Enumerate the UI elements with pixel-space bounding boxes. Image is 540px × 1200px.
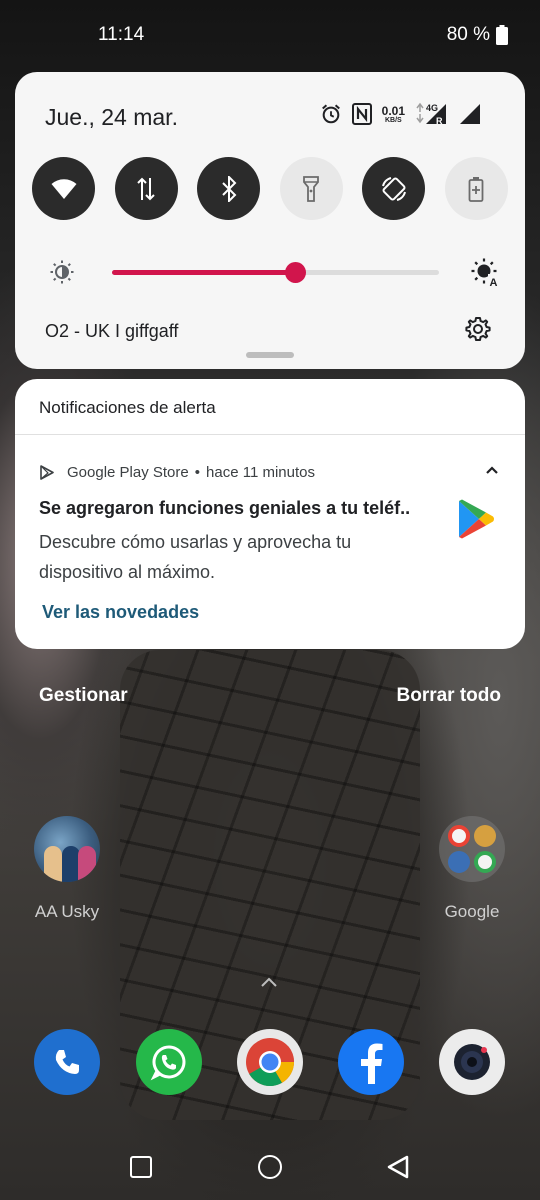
mobile-data-icon (137, 177, 155, 200)
notification-card[interactable]: Notificaciones de alerta Google Play Sto… (15, 379, 525, 649)
dock-chrome[interactable] (237, 1029, 303, 1095)
play-store-small-icon (40, 465, 54, 480)
dock-phone[interactable] (34, 1029, 100, 1095)
camera-icon (454, 1044, 490, 1080)
battery-icon (496, 25, 508, 45)
flashlight-icon (303, 175, 320, 202)
alarm-icon (321, 104, 340, 124)
recents-button[interactable] (130, 1156, 152, 1178)
brightness-slider-thumb[interactable] (285, 262, 307, 283)
whatsapp-icon (150, 1045, 186, 1081)
quick-settings-panel: Jue., 24 mar. 0.01 KB/S 4G R A O2 - UK I… (15, 72, 525, 369)
roaming-label: R (436, 116, 443, 126)
home-app-aa-usky[interactable]: AA Usky (34, 816, 100, 922)
tile-wifi[interactable] (32, 157, 95, 220)
notification-app-row: Google Play Store • hace 11 minutos (40, 464, 315, 481)
battery-saver-icon (469, 176, 484, 202)
svg-text:A: A (490, 277, 498, 287)
network-type-label: 4G (426, 103, 438, 113)
notification-action-button[interactable]: Ver las novedades (42, 602, 199, 623)
qs-drag-handle[interactable] (246, 352, 294, 358)
settings-gear-icon[interactable] (465, 316, 491, 342)
clear-all-button[interactable]: Borrar todo (397, 685, 502, 707)
dock-camera[interactable] (439, 1029, 505, 1095)
notification-app-name: Google Play Store (67, 464, 189, 481)
brightness-row: A (45, 257, 500, 287)
tile-mobile-data[interactable] (114, 157, 178, 220)
back-button[interactable] (386, 1154, 410, 1180)
battery-percent: 80 % (446, 24, 490, 45)
facebook-icon (361, 1043, 383, 1084)
status-time: 11:14 (98, 24, 145, 45)
notification-body: Descubre cómo usarlas y aprovecha tu dis… (39, 532, 352, 582)
aa-usky-avatar (34, 816, 100, 882)
brightness-auto-icon[interactable]: A (470, 257, 500, 287)
nfc-icon (351, 103, 372, 125)
wifi-icon (51, 178, 76, 199)
home-app-label: Google (444, 902, 500, 921)
brightness-slider-fill (112, 270, 296, 275)
manage-button[interactable]: Gestionar (39, 685, 128, 707)
tile-battery-saver[interactable] (444, 157, 508, 220)
notification-time: hace 11 minutos (206, 464, 315, 481)
data-rate-value: 0.01 (381, 103, 405, 118)
cell-signal-icon (460, 104, 480, 124)
brightness-low-icon (50, 260, 74, 284)
app-drawer-chevron-icon[interactable] (259, 975, 279, 989)
dock-facebook[interactable] (338, 1029, 404, 1095)
play-store-logo-icon (459, 499, 494, 539)
bluetooth-icon (221, 175, 237, 202)
carrier-name: O2 - UK I giffgaff (45, 321, 179, 341)
tile-auto-rotate[interactable] (362, 157, 426, 220)
home-folder-google[interactable]: Google (439, 816, 505, 922)
navigation-bar (0, 1135, 540, 1200)
notification-section-header: Notificaciones de alerta (39, 398, 216, 417)
signal-4g-icon: 4G R (416, 102, 446, 126)
data-rate-unit: KB/S (384, 116, 402, 124)
home-app-label: AA Usky (34, 902, 100, 921)
brightness-slider[interactable] (112, 262, 439, 283)
status-right: 80 % (447, 24, 508, 46)
tile-bluetooth[interactable] (197, 157, 261, 220)
status-bar: 11:14 80 % (0, 0, 540, 70)
auto-rotate-icon (381, 176, 406, 201)
phone-icon (55, 1050, 79, 1074)
qs-status-icons: 0.01 KB/S 4G R (320, 102, 481, 126)
home-button[interactable] (258, 1155, 282, 1179)
notification-divider (15, 434, 525, 435)
qs-date[interactable]: Jue., 24 mar. (45, 104, 178, 131)
notification-title: Se agregaron funciones geniales a tu tel… (39, 498, 411, 518)
google-folder-icon (439, 816, 505, 882)
dock-whatsapp[interactable] (136, 1029, 202, 1095)
notification-separator: • (194, 464, 201, 481)
chevron-up-icon[interactable] (485, 463, 499, 477)
data-rate: 0.01 KB/S (382, 105, 405, 124)
qs-tiles (32, 157, 508, 220)
tile-flashlight[interactable] (279, 157, 343, 220)
chrome-icon (246, 1038, 295, 1087)
